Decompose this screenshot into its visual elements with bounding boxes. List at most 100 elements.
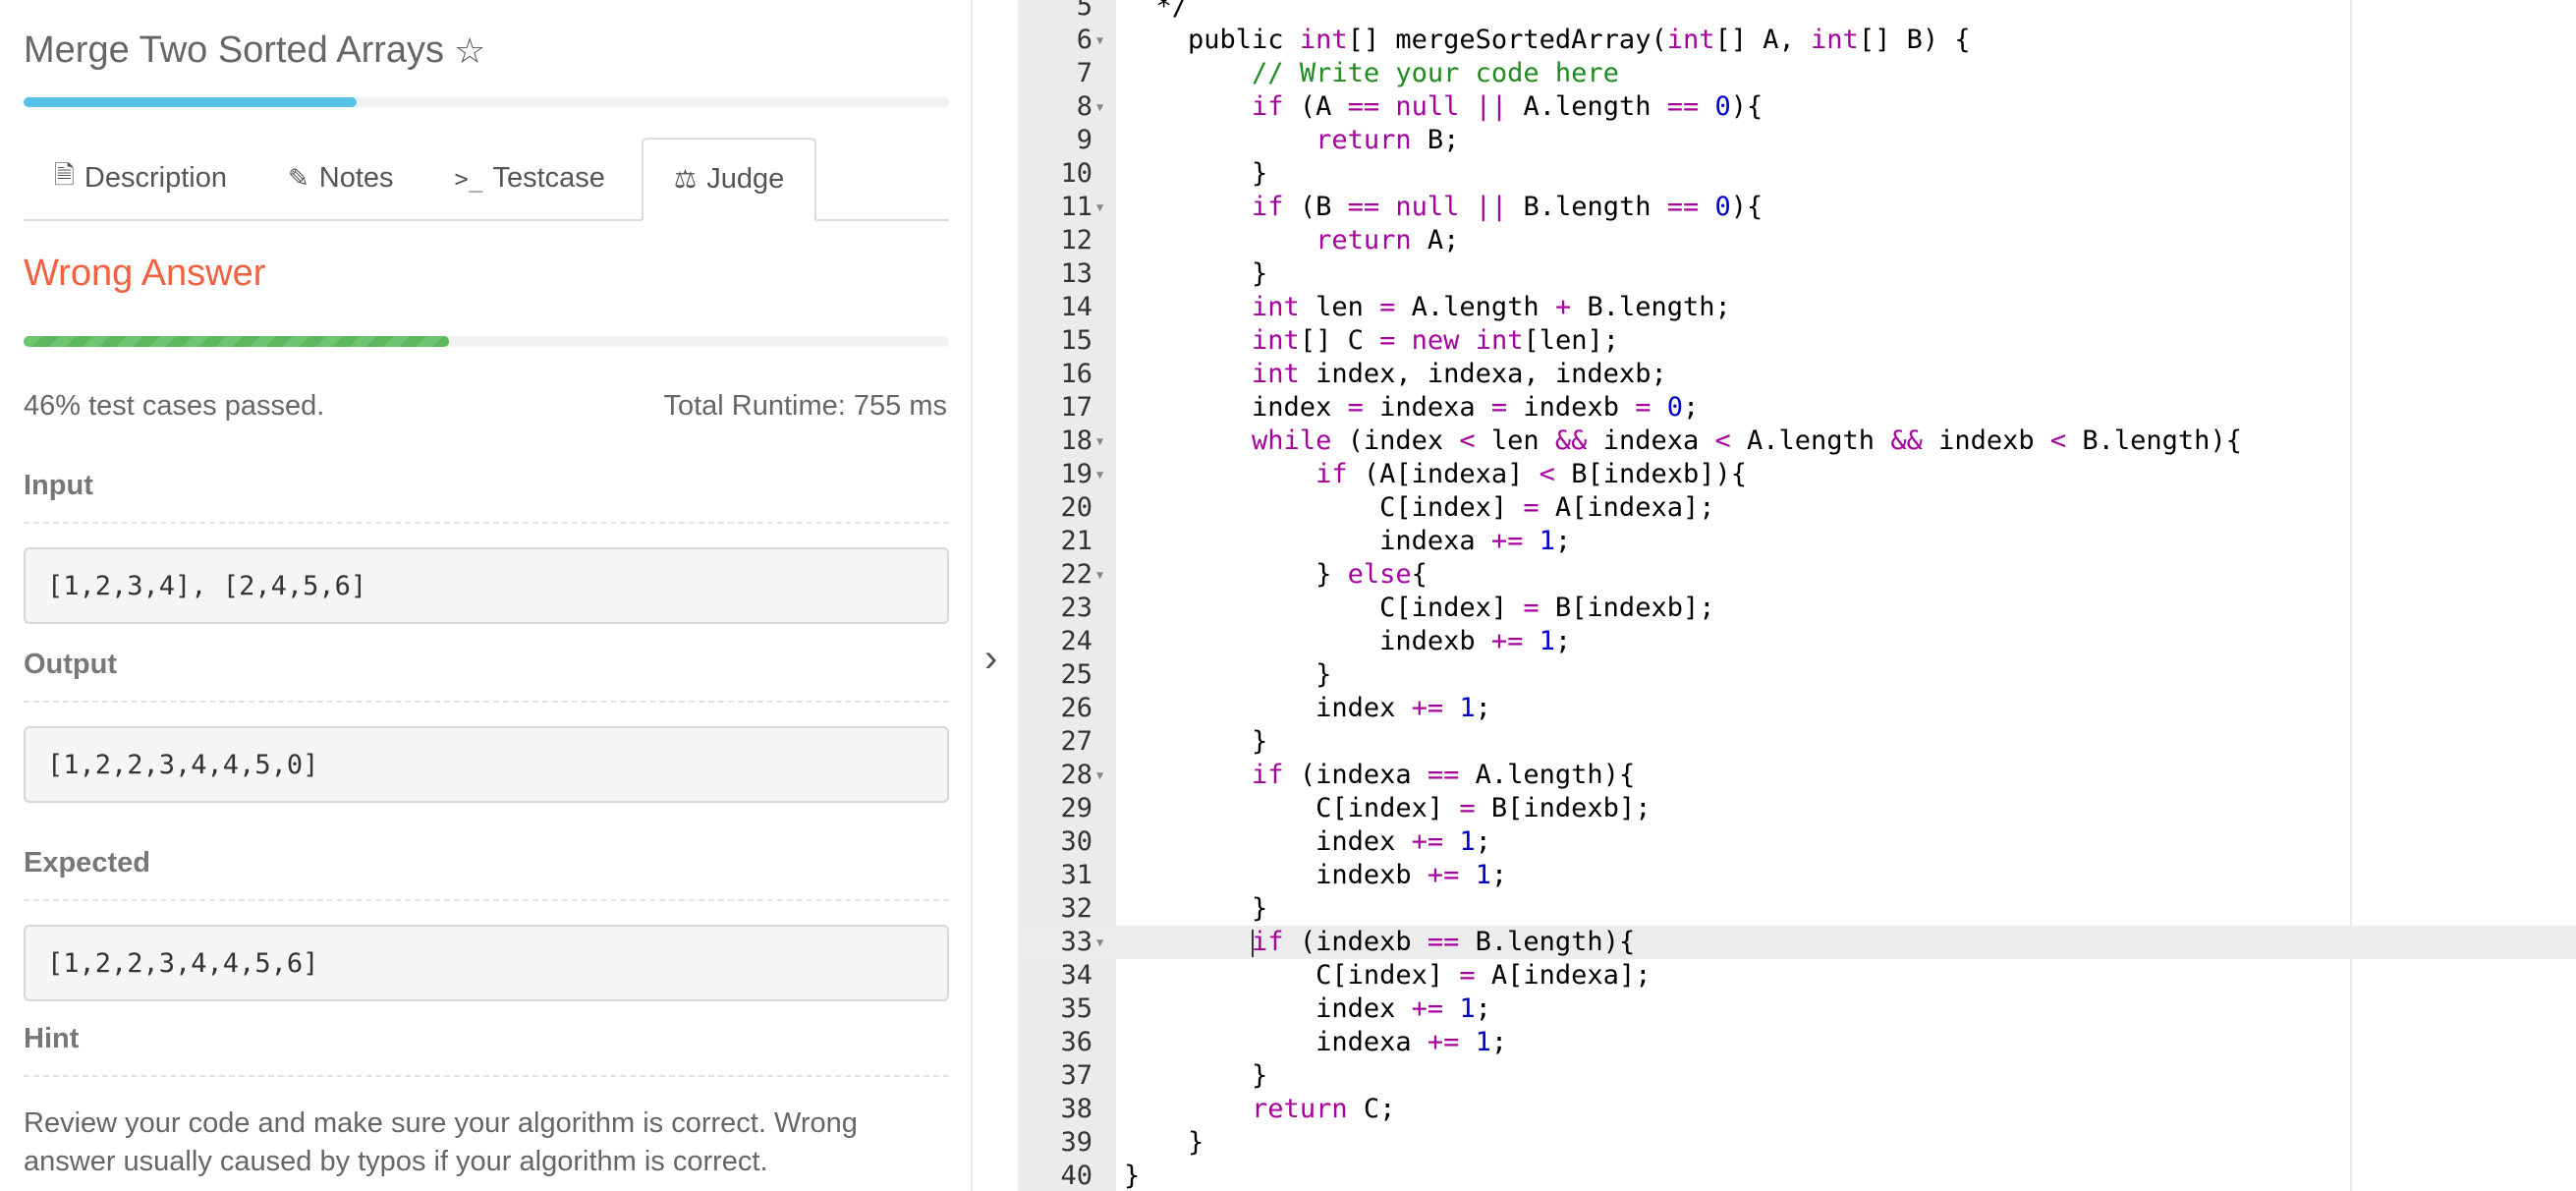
line-number: 28 xyxy=(1060,760,1092,790)
output-value: [1,2,2,3,4,4,5,0] xyxy=(24,726,949,803)
code-line[interactable]: 21 indexa += 1; xyxy=(1018,525,2576,558)
code-line[interactable]: 11 ▼ if (B == null || B.length == 0){ xyxy=(1018,191,2576,224)
tab-notes[interactable]: ✎ Notes xyxy=(257,138,424,219)
line-number: 40 xyxy=(1060,1161,1092,1191)
verdict-text: Wrong Answer xyxy=(24,253,266,294)
tab-testcase[interactable]: >_ Testcase xyxy=(424,138,636,219)
line-number: 8 xyxy=(1076,91,1092,122)
code-text: } xyxy=(1124,158,1268,189)
code-line[interactable]: 20 C[index] = A[indexa]; xyxy=(1018,491,2576,525)
code-line[interactable]: 30 index += 1; xyxy=(1018,825,2576,859)
code-line[interactable]: 31 indexb += 1; xyxy=(1018,859,2576,892)
code-text: while (index < len && indexa < A.length … xyxy=(1252,425,2242,456)
code-text: } xyxy=(1124,726,1268,757)
code-line[interactable]: 18 ▼ while (index < len && indexa < A.len… xyxy=(1018,425,2576,458)
hint-text: Review your code and make sure your algo… xyxy=(24,1107,858,1177)
code-line[interactable]: 5 */ xyxy=(1018,0,2576,24)
input-label: Input xyxy=(24,470,949,524)
tab-label: Testcase xyxy=(492,162,605,194)
line-number: 31 xyxy=(1060,860,1092,890)
code-line[interactable]: 40} xyxy=(1018,1160,2576,1191)
line-number: 24 xyxy=(1060,626,1092,656)
code-editor[interactable]: 5 */6 ▼ public int[] mergeSortedArray(int… xyxy=(1018,0,2576,1191)
tab-judge[interactable]: ⚖ Judge xyxy=(641,138,817,221)
passed-text: 46% test cases passed. xyxy=(24,390,325,422)
line-number: 7 xyxy=(1076,58,1092,88)
fold-arrow-icon[interactable]: ▼ xyxy=(1096,90,1103,124)
code-line[interactable]: 33 ▼ if (indexb == B.length){ xyxy=(1018,926,2576,959)
line-number: 20 xyxy=(1060,492,1092,523)
code-line[interactable]: 13 } xyxy=(1018,257,2576,291)
test-progress-bar xyxy=(24,336,949,347)
line-number: 34 xyxy=(1060,960,1092,991)
line-number: 17 xyxy=(1060,392,1092,423)
code-text: indexb += 1; xyxy=(1124,626,1572,656)
line-number: 32 xyxy=(1060,893,1092,924)
line-number: 30 xyxy=(1060,826,1092,857)
expected-label: Expected xyxy=(24,847,949,901)
code-line[interactable]: 14 int len = A.length + B.length; xyxy=(1018,291,2576,324)
code-line[interactable]: 9 return B; xyxy=(1018,124,2576,157)
code-line[interactable]: 8 ▼ if (A == null || A.length == 0){ xyxy=(1018,90,2576,124)
line-number: 21 xyxy=(1060,526,1092,556)
terminal-icon: >_ xyxy=(454,164,483,193)
line-number: 33 xyxy=(1060,927,1092,957)
output-label: Output xyxy=(24,649,949,703)
code-line[interactable]: 15 int[] C = new int[len]; xyxy=(1018,324,2576,358)
code-text: } xyxy=(1124,893,1268,924)
line-number: 27 xyxy=(1060,726,1092,757)
code-line[interactable]: 7 // Write your code here xyxy=(1018,57,2576,90)
code-line[interactable]: 19 ▼ if (A[indexa] < B[indexb]){ xyxy=(1018,458,2576,491)
code-text: */ xyxy=(1124,0,1189,22)
code-line[interactable]: 10 } xyxy=(1018,157,2576,191)
line-number: 16 xyxy=(1060,359,1092,389)
code-line[interactable]: 35 index += 1; xyxy=(1018,992,2576,1026)
code-line[interactable]: 39 } xyxy=(1018,1126,2576,1160)
code-text: if (B == null || B.length == 0){ xyxy=(1252,192,1764,222)
code-line[interactable]: 28 ▼ if (indexa == A.length){ xyxy=(1018,759,2576,792)
document-icon: 🗎 xyxy=(54,159,75,190)
code-text: C[index] = B[indexb]; xyxy=(1124,793,1652,823)
code-line[interactable]: 6 ▼ public int[] mergeSortedArray(int[] A… xyxy=(1018,24,2576,57)
code-line[interactable]: 34 C[index] = A[indexa]; xyxy=(1018,959,2576,992)
code-line[interactable]: 27 } xyxy=(1018,725,2576,759)
fold-arrow-icon[interactable]: ▼ xyxy=(1096,926,1103,959)
tab-description[interactable]: 🗎 Description xyxy=(24,138,257,219)
code-line[interactable]: 26 index += 1; xyxy=(1018,692,2576,725)
edit-icon: ✎ xyxy=(287,163,309,193)
code-line[interactable]: 29 C[index] = B[indexb]; xyxy=(1018,792,2576,825)
code-line[interactable]: 17 index = indexa = indexb = 0; xyxy=(1018,391,2576,425)
code-text: // Write your code here xyxy=(1252,58,1619,88)
code-text: indexa += 1; xyxy=(1124,1027,1508,1057)
code-line[interactable]: 12 return A; xyxy=(1018,224,2576,257)
code-line[interactable]: 32 } xyxy=(1018,892,2576,926)
code-line[interactable]: 23 C[index] = B[indexb]; xyxy=(1018,592,2576,625)
line-number: 9 xyxy=(1076,125,1092,155)
code-line[interactable]: 24 indexb += 1; xyxy=(1018,625,2576,658)
tab-label: Judge xyxy=(706,163,785,195)
line-number: 10 xyxy=(1060,158,1092,189)
code-text: int[] C = new int[len]; xyxy=(1252,325,1620,356)
code-text: indexb += 1; xyxy=(1124,860,1508,890)
code-line[interactable]: 22 ▼ } else{ xyxy=(1018,558,2576,592)
code-text: C[index] = A[indexa]; xyxy=(1124,960,1652,991)
code-line[interactable]: 38 return C; xyxy=(1018,1093,2576,1126)
code-text: public int[] mergeSortedArray(int[] A, i… xyxy=(1124,25,1971,55)
star-icon[interactable]: ☆ xyxy=(454,30,485,72)
code-text: index += 1; xyxy=(1124,826,1491,857)
code-line[interactable]: 37 } xyxy=(1018,1059,2576,1093)
code-text: if (indexb == B.length){ xyxy=(1252,927,1636,957)
code-text: if (A[indexa] < B[indexb]){ xyxy=(1316,459,1748,489)
code-line[interactable]: 16 int index, indexa, indexb; xyxy=(1018,358,2576,391)
code-line[interactable]: 36 indexa += 1; xyxy=(1018,1026,2576,1059)
fold-arrow-icon[interactable]: ▼ xyxy=(1096,24,1103,57)
fold-arrow-icon[interactable]: ▼ xyxy=(1096,458,1103,491)
fold-arrow-icon[interactable]: ▼ xyxy=(1096,425,1103,458)
line-number: 38 xyxy=(1060,1094,1092,1124)
fold-arrow-icon[interactable]: ▼ xyxy=(1096,191,1103,224)
code-line[interactable]: 25 } xyxy=(1018,658,2576,692)
fold-arrow-icon[interactable]: ▼ xyxy=(1096,558,1103,592)
fold-arrow-icon[interactable]: ▼ xyxy=(1096,759,1103,792)
line-number: 15 xyxy=(1060,325,1092,356)
chevron-right-icon[interactable]: › xyxy=(984,637,997,681)
